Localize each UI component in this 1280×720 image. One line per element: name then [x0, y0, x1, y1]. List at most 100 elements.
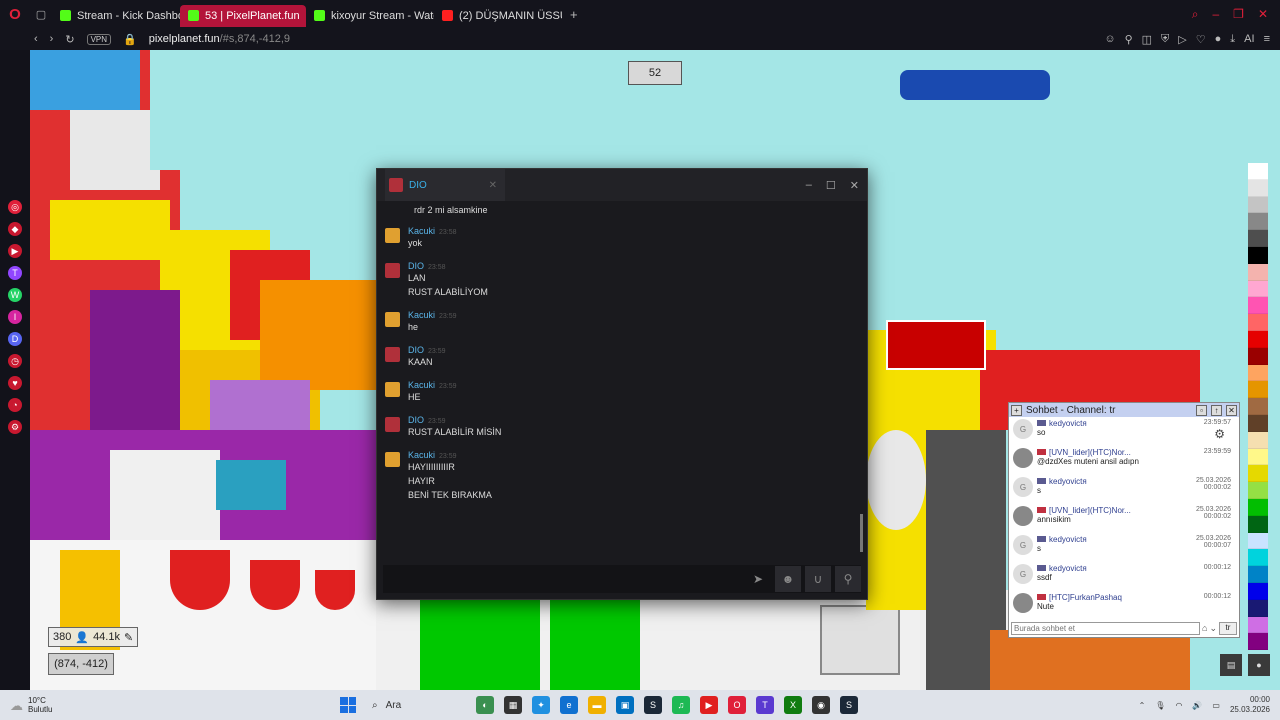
discord-icon[interactable]: D: [8, 332, 22, 346]
palette-color[interactable]: [1248, 246, 1268, 264]
camera-icon[interactable]: ◫: [1142, 33, 1152, 46]
store-icon[interactable]: ▣: [616, 696, 634, 714]
download-icon[interactable]: ⤓: [1230, 33, 1235, 46]
sidebar-bag-icon[interactable]: ◆: [8, 222, 22, 236]
palette-color[interactable]: [1248, 398, 1268, 415]
menu-icon[interactable]: ≡: [1264, 33, 1270, 46]
battery-icon[interactable]: ▭: [1212, 701, 1220, 710]
attach-icon[interactable]: ⌂: [1202, 623, 1207, 633]
ai-button[interactable]: AI: [1244, 33, 1254, 46]
sidebar-player-icon[interactable]: ▶: [8, 244, 22, 258]
attach-icon[interactable]: ∪: [805, 566, 831, 592]
avatar[interactable]: [385, 382, 400, 397]
sidebar-aria-icon[interactable]: ◎: [8, 200, 22, 214]
start-button[interactable]: [340, 697, 356, 713]
teams-icon[interactable]: T: [756, 696, 774, 714]
message-author[interactable]: [UVN_lider](HTC)Nor...: [1049, 448, 1131, 457]
microphone-icon[interactable]: 🎙: [1155, 701, 1165, 710]
message-author[interactable]: DIO: [408, 415, 424, 425]
sidebar-settings-icon[interactable]: ⚙: [8, 420, 22, 434]
language-selector[interactable]: tr: [1219, 621, 1237, 635]
avatar[interactable]: [1013, 593, 1033, 613]
message-author[interactable]: Kacuki: [408, 380, 435, 390]
palette-color[interactable]: [1248, 482, 1268, 499]
tab-close-icon[interactable]: ✕: [489, 180, 497, 191]
palette-color[interactable]: [1248, 364, 1268, 382]
message-author[interactable]: DIO: [408, 345, 424, 355]
chat-expand-button[interactable]: ↑: [1211, 404, 1222, 416]
palette-color[interactable]: [1248, 465, 1268, 483]
maximize-button[interactable]: ☐: [826, 179, 836, 192]
palette-color[interactable]: [1248, 633, 1268, 651]
search-tabs-icon[interactable]: ⌕: [1192, 7, 1199, 22]
palette-color[interactable]: [1248, 515, 1268, 533]
send-icon[interactable]: ➤: [745, 566, 771, 592]
message-input[interactable]: [383, 566, 745, 592]
avatar[interactable]: [1013, 506, 1033, 526]
play-icon[interactable]: ▷: [1178, 33, 1186, 46]
opera-logo-icon[interactable]: O: [0, 0, 30, 28]
avatar[interactable]: [385, 312, 400, 327]
weather-widget[interactable]: ☁ 10°C Bulutlu: [0, 696, 340, 714]
palette-color[interactable]: [1248, 599, 1268, 617]
obs-icon[interactable]: ◉: [812, 696, 830, 714]
message-author[interactable]: Kacuki: [408, 226, 435, 236]
palette-color[interactable]: [1248, 566, 1268, 583]
shield-icon[interactable]: ⛨: [1161, 33, 1169, 46]
palette-color[interactable]: [1248, 616, 1268, 634]
avatar[interactable]: G: [1013, 535, 1033, 555]
browser-tab[interactable]: kixoyur Stream - Watch Li: [306, 5, 434, 27]
chat-popout-button[interactable]: ▫: [1196, 404, 1207, 416]
wifi-icon[interactable]: ◠: [1175, 701, 1182, 710]
taskbar-search[interactable]: ⌕ Ara: [366, 693, 466, 717]
browser-tab[interactable]: (2) DÜŞMANIN ÜSSÜNE G: [434, 5, 562, 27]
canvas-chat-input[interactable]: [1011, 621, 1201, 635]
close-button[interactable]: ✕: [850, 179, 859, 192]
back-icon[interactable]: ‹: [34, 33, 38, 45]
palette-color[interactable]: [1248, 213, 1268, 231]
whatsapp-icon[interactable]: W: [8, 288, 22, 302]
workspace-icon[interactable]: ▢: [30, 0, 52, 28]
message-author[interactable]: kedyovictя: [1049, 535, 1087, 544]
chat-toggle-icon[interactable]: ▤: [1220, 654, 1242, 676]
palette-color[interactable]: [1248, 549, 1268, 567]
sidebar-clock-icon[interactable]: ◔: [8, 398, 22, 412]
palette-color[interactable]: [1248, 280, 1268, 298]
taskbar-widget-icon[interactable]: ◐: [476, 696, 494, 714]
avatar[interactable]: [385, 417, 400, 432]
youtube-icon[interactable]: ▶: [700, 696, 718, 714]
message-author[interactable]: Kacuki: [408, 450, 435, 460]
pin-icon[interactable]: ⚲: [1125, 33, 1133, 46]
explorer-icon[interactable]: ▬: [588, 696, 606, 714]
chat-bubble-icon[interactable]: ●: [1248, 654, 1270, 676]
edge-icon[interactable]: e: [560, 696, 578, 714]
coordinates-display[interactable]: (874, -412): [48, 653, 114, 675]
chat-add-button[interactable]: +: [1011, 404, 1022, 416]
palette-color[interactable]: [1248, 347, 1268, 365]
steam-window-icon[interactable]: S: [840, 696, 858, 714]
close-window-button[interactable]: ✕: [1258, 7, 1268, 22]
palette-color[interactable]: [1248, 381, 1268, 399]
palette-color[interactable]: [1248, 448, 1268, 466]
browser-tab[interactable]: Stream - Kick Dashboard: [52, 5, 180, 27]
spotify-icon[interactable]: ♫: [672, 696, 690, 714]
scrollbar[interactable]: [860, 514, 863, 552]
vpn-badge[interactable]: VPN: [86, 33, 112, 45]
gear-icon[interactable]: ⚙: [1214, 427, 1225, 441]
palette-color[interactable]: [1248, 314, 1268, 331]
chevron-down-icon[interactable]: ⌄: [1209, 623, 1217, 634]
palette-color[interactable]: [1248, 297, 1268, 315]
avatar[interactable]: G: [1013, 477, 1033, 497]
avatar[interactable]: [385, 347, 400, 362]
message-author[interactable]: kedyovictя: [1049, 564, 1087, 573]
palette-color[interactable]: [1248, 330, 1268, 348]
avatar[interactable]: [1013, 448, 1033, 468]
minimize-button[interactable]: –: [806, 179, 812, 192]
profile-icon[interactable]: ●: [1215, 33, 1222, 46]
message-author[interactable]: [HTC]FurkanPashaq: [1049, 593, 1122, 602]
emoji-icon[interactable]: ☻: [775, 566, 801, 592]
sidebar-history-icon[interactable]: ◷: [8, 354, 22, 368]
chevron-up-icon[interactable]: ⌃: [1139, 701, 1146, 710]
palette-color[interactable]: [1248, 532, 1268, 550]
palette-color[interactable]: [1248, 196, 1268, 214]
